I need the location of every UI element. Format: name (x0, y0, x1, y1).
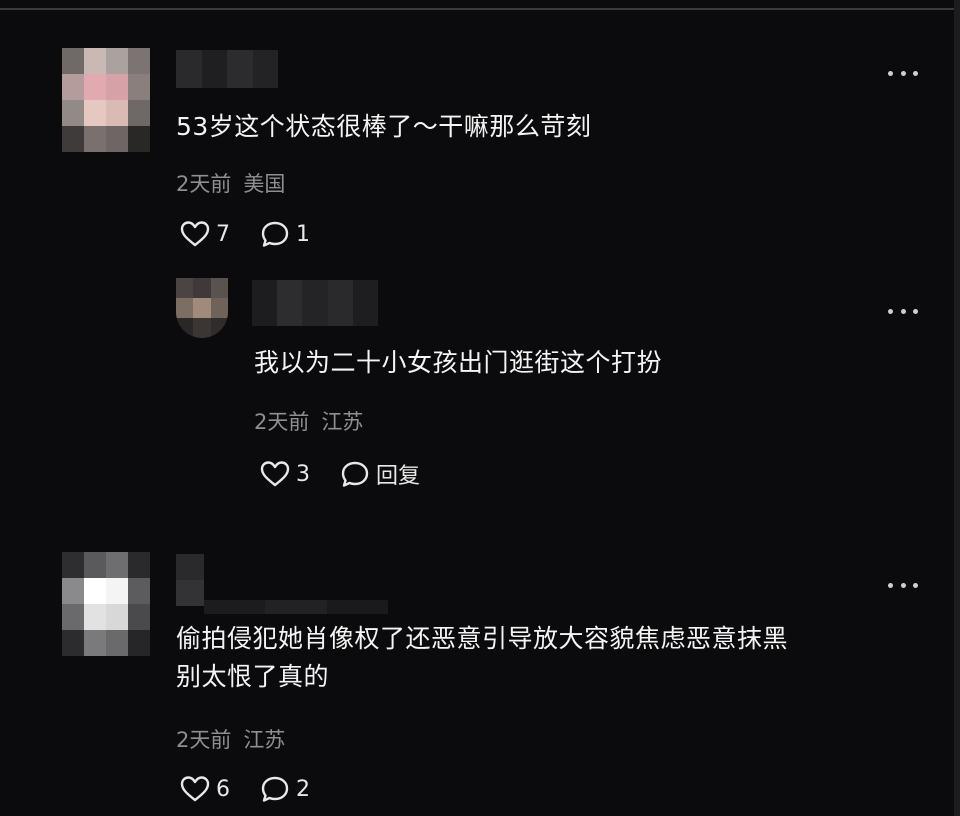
avatar-mosaic-cell (84, 552, 106, 578)
like-count: 3 (296, 461, 310, 487)
like-count: 7 (216, 221, 230, 247)
avatar-mosaic-cell (62, 630, 84, 656)
avatar-mosaic-cell (128, 126, 150, 152)
comment-actions: 6 2 (180, 775, 310, 803)
like-button[interactable]: 6 (180, 775, 230, 803)
avatar[interactable] (176, 278, 228, 338)
avatar-mosaic-cell (193, 318, 211, 338)
avatar-mosaic-cell (84, 126, 106, 152)
reply-button[interactable]: 回复 (340, 458, 420, 490)
avatar-mosaic-cell (210, 278, 228, 298)
avatar-mosaic-cell (84, 74, 106, 100)
comment-text: 偷拍侵犯她肖像权了还恶意引导放大容貌焦虑恶意抹黑 别太恨了真的 (176, 624, 789, 691)
avatar-mosaic-cell (84, 630, 106, 656)
username-blurred-tail (204, 600, 388, 614)
avatar-mosaic-cell (106, 604, 128, 630)
avatar-mosaic-cell (106, 74, 128, 100)
reply-button[interactable]: 1 (260, 220, 310, 248)
more-options-button[interactable] (888, 68, 918, 78)
avatar-mosaic-cell (62, 74, 84, 100)
avatar-mosaic-cell (84, 48, 106, 74)
avatar-mosaic-cell (193, 278, 211, 298)
comment-bubble-icon (261, 221, 289, 247)
avatar-mosaic-cell (210, 318, 228, 338)
avatar-mosaic-cell (62, 126, 84, 152)
avatar-mosaic-cell (176, 278, 194, 298)
comment-actions: 3 回复 (260, 458, 420, 490)
more-options-button[interactable] (888, 580, 918, 590)
reply-count: 2 (296, 776, 310, 802)
scroll-edge (954, 0, 960, 816)
avatar-mosaic-cell (62, 100, 84, 126)
avatar-mosaic-cell (176, 318, 194, 338)
comment-location: 江苏 (243, 728, 286, 752)
comment-meta: 2天前 江苏 (176, 724, 285, 754)
avatar-mosaic-cell (106, 48, 128, 74)
avatar-mosaic-cell (84, 578, 106, 604)
like-button[interactable]: 3 (260, 460, 310, 488)
avatar-mosaic-cell (210, 298, 228, 318)
comment-text: 我以为二十小女孩出门逛街这个打扮 (254, 348, 663, 377)
reply-count: 1 (296, 221, 310, 247)
comment-meta: 2天前 江苏 (254, 406, 363, 436)
comment-location: 美国 (243, 172, 286, 196)
comment-bubble-icon (341, 461, 369, 487)
reply-button[interactable]: 2 (260, 775, 310, 803)
avatar-mosaic-cell (106, 578, 128, 604)
top-divider (0, 8, 960, 10)
comment-location: 江苏 (321, 410, 364, 434)
comment-bubble-icon (261, 776, 289, 802)
reply-label: 回复 (376, 464, 421, 489)
avatar-mosaic-cell (84, 100, 106, 126)
username-blurred[interactable] (176, 50, 278, 88)
like-count: 6 (216, 776, 230, 802)
comment-time: 2天前 (254, 410, 310, 434)
comment-meta: 2天前 美国 (176, 168, 285, 198)
avatar-mosaic-cell (106, 100, 128, 126)
username-blurred[interactable] (252, 280, 379, 326)
comment-time: 2天前 (176, 172, 232, 196)
avatar-mosaic-cell (106, 552, 128, 578)
avatar-mosaic-cell (128, 48, 150, 74)
comment-actions: 7 1 (180, 220, 310, 248)
avatar-mosaic-cell (106, 126, 128, 152)
avatar[interactable] (62, 48, 150, 152)
avatar-mosaic-cell (128, 578, 150, 604)
like-button[interactable]: 7 (180, 220, 230, 248)
avatar-mosaic-cell (62, 48, 84, 74)
avatar-mosaic-cell (62, 552, 84, 578)
avatar-mosaic-cell (128, 604, 150, 630)
heart-icon (260, 461, 290, 487)
avatar-mosaic-cell (62, 604, 84, 630)
heart-icon (180, 776, 210, 802)
avatar-mosaic-cell (128, 74, 150, 100)
avatar-mosaic-cell (84, 604, 106, 630)
comment-text: 53岁这个状态很棒了～干嘛那么苛刻 (176, 112, 592, 141)
avatar-mosaic-cell (106, 630, 128, 656)
more-options-button[interactable] (888, 306, 918, 316)
avatar-mosaic-cell (128, 552, 150, 578)
username-blurred[interactable] (176, 554, 204, 606)
avatar-mosaic-cell (128, 100, 150, 126)
avatar[interactable] (62, 552, 150, 656)
heart-icon (180, 221, 210, 247)
comment-time: 2天前 (176, 728, 232, 752)
avatar-mosaic-cell (62, 578, 84, 604)
avatar-mosaic-cell (128, 630, 150, 656)
avatar-mosaic-cell (176, 298, 194, 318)
avatar-mosaic-cell (193, 298, 211, 318)
